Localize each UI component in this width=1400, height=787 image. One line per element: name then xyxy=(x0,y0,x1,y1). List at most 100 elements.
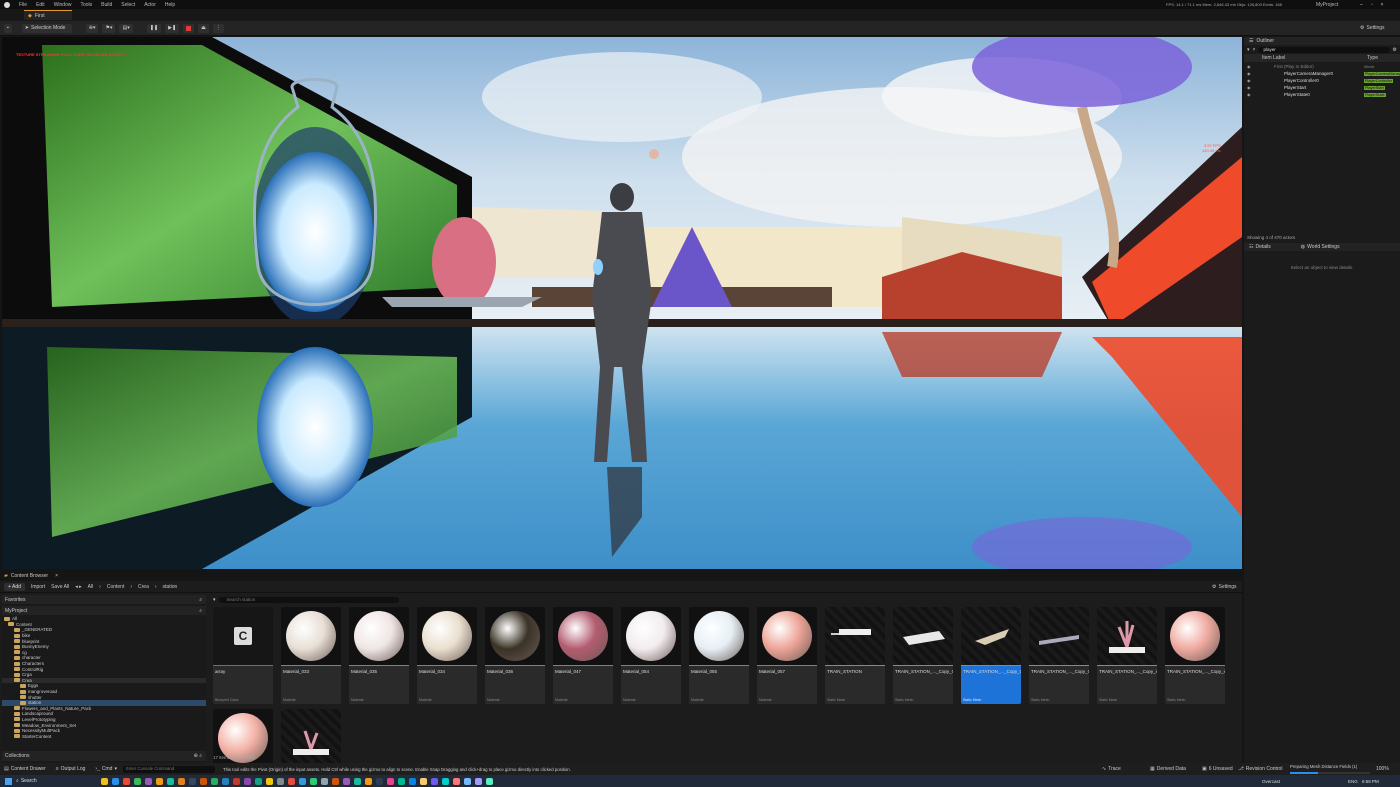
tab-details[interactable]: ☷ Details xyxy=(1249,244,1271,250)
taskbar-app-icon[interactable] xyxy=(397,777,405,785)
cb-settings[interactable]: ⚙ Settings xyxy=(1212,584,1237,590)
trace-button[interactable]: ∿ Trace xyxy=(1102,766,1121,772)
asset-tile[interactable]: Material_055 Material xyxy=(689,607,749,704)
visibility-eye-icon[interactable]: ◉ xyxy=(1247,71,1251,76)
search-icon[interactable]: ⌕ xyxy=(199,597,202,603)
taskbar-app-icon[interactable] xyxy=(298,777,306,785)
taskbar-app-icon[interactable] xyxy=(199,777,207,785)
menu-file[interactable]: File xyxy=(19,2,27,8)
unsaved-button[interactable]: ▣ 6 Unsaved xyxy=(1202,766,1233,772)
zoom-level[interactable]: 100% xyxy=(1376,766,1389,772)
asset-tile[interactable]: TRAIN_STATION_..._Copy_Cube_012Static Me… xyxy=(893,607,953,704)
asset-tile[interactable]: Material_034 Material xyxy=(417,607,477,704)
import-button[interactable]: Import xyxy=(31,584,45,590)
taskbar-app-icon[interactable] xyxy=(430,777,438,785)
taskbar-app-icon[interactable] xyxy=(243,777,251,785)
content-drawer-button[interactable]: ▤ Content Drawer xyxy=(4,766,46,772)
save-all-button[interactable]: Save All xyxy=(51,584,69,590)
taskbar-app-icon[interactable] xyxy=(177,777,185,785)
cinematics-icon[interactable]: ▤▾ xyxy=(119,23,133,33)
taskbar-app-icon[interactable] xyxy=(254,777,262,785)
menu-actor[interactable]: Actor xyxy=(144,2,156,8)
asset-tile[interactable] xyxy=(281,709,341,767)
blueprint-icon[interactable]: ⚑▾ xyxy=(102,23,116,33)
menu-select[interactable]: Select xyxy=(121,2,135,8)
visibility-eye-icon[interactable]: ◉ xyxy=(1247,64,1251,69)
asset-tile[interactable]: TRAIN_STATION_..._Copy_icosphere_002Stat… xyxy=(1165,607,1225,704)
outliner-row[interactable]: ◉ PlayerController0 PlayerController xyxy=(1244,77,1400,84)
add-button[interactable]: + Add xyxy=(4,582,25,591)
menu-tools[interactable]: Tools xyxy=(80,2,92,8)
gear-icon[interactable]: ⚙ xyxy=(1393,47,1397,53)
outliner-world-row[interactable]: ◉ First (Play In Editor) World xyxy=(1244,63,1400,70)
console-input[interactable]: Enter Console Command xyxy=(122,765,215,773)
save-icon[interactable]: ▪ xyxy=(4,23,12,33)
taskbar-app-icon[interactable] xyxy=(331,777,339,785)
pause-button[interactable]: ❚❚ xyxy=(146,23,162,33)
taskbar-app-icon[interactable] xyxy=(166,777,174,785)
taskbar-app-icon[interactable] xyxy=(386,777,394,785)
options-icon[interactable]: ⋮ xyxy=(212,23,224,33)
tab-world-settings[interactable]: ◍ World Settings xyxy=(1301,244,1340,250)
project-header[interactable]: MyProject ⌕ xyxy=(2,606,206,615)
taskbar-app-icon[interactable] xyxy=(188,777,196,785)
taskbar-app-icon[interactable] xyxy=(342,777,350,785)
eject-button[interactable]: ⏏ xyxy=(198,23,209,33)
asset-tile[interactable]: TRAIN_STATION_..._Copy_icosphere_001Stat… xyxy=(1097,607,1157,704)
taskbar-app-icon[interactable] xyxy=(111,777,119,785)
add-actor-icon[interactable]: ⊕▾ xyxy=(85,23,99,33)
collections-header[interactable]: Collections ⊕ ⌕ xyxy=(2,751,206,761)
asset-tile[interactable]: Carray Blueprint Class xyxy=(213,607,273,704)
outliner-row[interactable]: ◉ PlayerState0 PlayerState xyxy=(1244,91,1400,98)
tab-level[interactable]: ◆ First xyxy=(24,10,72,20)
taskbar-app-icon[interactable] xyxy=(485,777,493,785)
asset-tile[interactable]: TRAIN_STATION Static Mesh xyxy=(825,607,885,704)
asset-tile[interactable]: Material_054 Material xyxy=(621,607,681,704)
breadcrumb-crea[interactable]: Crea xyxy=(138,584,149,590)
clear-search-icon[interactable]: × xyxy=(1253,47,1256,53)
outliner-search-input[interactable]: player xyxy=(1258,46,1390,53)
asset-tile[interactable]: Material_057 Material xyxy=(757,607,817,704)
taskbar-app-icon[interactable] xyxy=(309,777,317,785)
taskbar-app-icon[interactable] xyxy=(353,777,361,785)
taskbar-app-icon[interactable] xyxy=(232,777,240,785)
outliner-row[interactable]: ◉ PlayerCameraManager0 PlayerCameraManager xyxy=(1244,70,1400,77)
taskbar-app-icon[interactable] xyxy=(144,777,152,785)
taskbar-search[interactable]: ⌕ Search xyxy=(16,778,37,784)
windows-start-icon[interactable] xyxy=(5,777,12,785)
stop-button[interactable] xyxy=(183,23,195,33)
taskbar-app-icon[interactable] xyxy=(408,777,416,785)
taskbar-app-icon[interactable] xyxy=(419,777,427,785)
mode-dropdown[interactable]: ➤ Selection Mode xyxy=(21,23,72,33)
frame-skip-button[interactable]: ▶❚ xyxy=(165,23,180,33)
taskbar-app-icon[interactable] xyxy=(474,777,482,785)
taskbar-app-icon[interactable] xyxy=(463,777,471,785)
asset-tile[interactable]: TRAIN_STATION_..._Copy_Cube_013Static Me… xyxy=(961,607,1021,704)
asset-tile[interactable]: Material_047 Material xyxy=(553,607,613,704)
derived-data-button[interactable]: ▦ Derived Data xyxy=(1150,766,1186,772)
taskbar-app-icon[interactable] xyxy=(265,777,273,785)
taskbar-app-icon[interactable] xyxy=(276,777,284,785)
asset-tile[interactable]: Material_036 Material xyxy=(485,607,545,704)
history-icon[interactable]: ◂ ▸ xyxy=(75,584,81,590)
search-icon[interactable]: ⌕ xyxy=(199,608,202,614)
taskbar-app-icon[interactable] xyxy=(100,777,108,785)
output-log-button[interactable]: ≡ Output Log xyxy=(56,766,86,772)
visibility-eye-icon[interactable]: ◉ xyxy=(1247,85,1251,90)
taskbar-app-icon[interactable] xyxy=(364,777,372,785)
revision-control-button[interactable]: ⎇ Revision Control xyxy=(1238,766,1282,772)
menu-edit[interactable]: Edit xyxy=(36,2,45,8)
asset-tile[interactable]: Material_033 Material xyxy=(281,607,341,704)
window-controls[interactable]: –▫× xyxy=(1360,2,1391,8)
taskbar-app-icon[interactable] xyxy=(122,777,130,785)
breadcrumb-all[interactable]: All xyxy=(88,584,94,590)
asset-tile[interactable]: Material_035 Material xyxy=(349,607,409,704)
taskbar-app-icon[interactable] xyxy=(210,777,218,785)
taskbar-app-icon[interactable] xyxy=(320,777,328,785)
filter-icon[interactable]: ▾ xyxy=(213,597,216,603)
asset-tile[interactable]: TRAIN_STATION_..._Copy_Cube_014Static Me… xyxy=(1029,607,1089,704)
col-item-label[interactable]: Item Label xyxy=(1262,55,1285,61)
favorites-header[interactable]: Favorites ⌕ xyxy=(2,595,206,604)
menu-help[interactable]: Help xyxy=(165,2,175,8)
visibility-eye-icon[interactable]: ◉ xyxy=(1247,78,1251,83)
